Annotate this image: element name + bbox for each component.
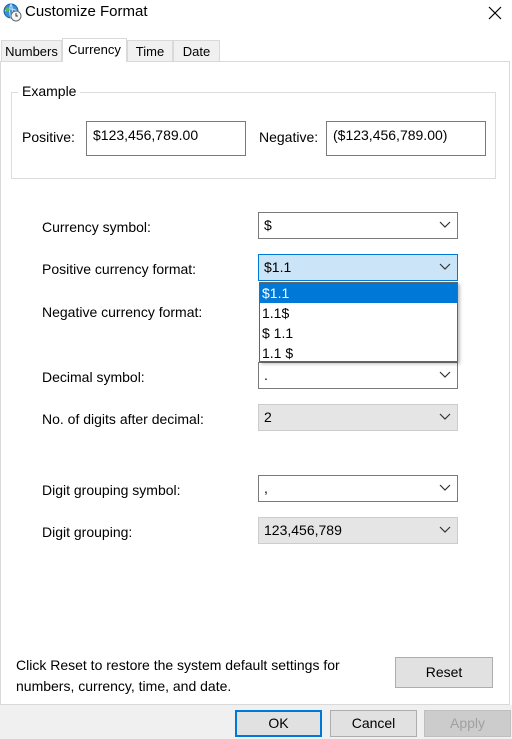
dropdown-option[interactable]: 1.1 $ — [260, 343, 457, 363]
tab-currency[interactable]: Currency — [62, 38, 127, 62]
negative-example-field: ($123,456,789.00) — [326, 121, 486, 156]
negative-label: Negative: — [259, 129, 319, 145]
close-icon — [488, 6, 502, 20]
positive-example-value: $123,456,789.00 — [93, 127, 199, 143]
positive-label: Positive: — [22, 129, 75, 145]
example-legend: Example — [18, 83, 81, 99]
window-title: Customize Format — [25, 3, 148, 20]
chevron-down-icon — [439, 484, 451, 491]
digit-grouping-symbol-label: Digit grouping symbol: — [42, 482, 181, 498]
positive-format-value: $1.1 — [264, 259, 292, 275]
positive-format-label: Positive currency format: — [42, 261, 197, 277]
chevron-down-icon — [439, 221, 451, 228]
dropdown-option[interactable]: $ 1.1 — [260, 323, 457, 343]
digit-grouping-select[interactable]: 123,456,789 — [258, 517, 458, 544]
chevron-down-icon — [439, 413, 451, 420]
digits-after-decimal-value: 2 — [264, 409, 272, 425]
chevron-down-icon — [439, 371, 451, 378]
decimal-symbol-label: Decimal symbol: — [42, 369, 145, 385]
positive-format-dropdown: $1.1 1.1$ $ 1.1 1.1 $ — [259, 282, 458, 362]
digit-grouping-symbol-value: , — [264, 480, 268, 496]
decimal-symbol-value: . — [264, 367, 268, 383]
digits-after-decimal-select[interactable]: 2 — [258, 404, 458, 431]
globe-clock-icon — [2, 2, 22, 22]
positive-example-field: $123,456,789.00 — [86, 121, 246, 156]
chevron-down-icon — [439, 526, 451, 533]
currency-symbol-value: $ — [264, 217, 272, 233]
digit-grouping-value: 123,456,789 — [264, 522, 342, 538]
currency-symbol-label: Currency symbol: — [42, 219, 151, 235]
negative-example-value: ($123,456,789.00) — [333, 127, 448, 143]
currency-symbol-select[interactable]: $ — [258, 212, 458, 239]
chevron-down-icon — [439, 263, 451, 270]
tab-date[interactable]: Date — [173, 40, 220, 61]
reset-note: Click Reset to restore the system defaul… — [16, 657, 340, 694]
apply-button[interactable]: Apply — [424, 710, 511, 737]
reset-button[interactable]: Reset — [395, 657, 493, 688]
close-button[interactable] — [478, 0, 512, 26]
dropdown-option[interactable]: 1.1$ — [260, 303, 457, 323]
dropdown-option[interactable]: $1.1 — [260, 283, 457, 303]
tab-time[interactable]: Time — [127, 40, 173, 61]
positive-format-select[interactable]: $1.1 — [258, 254, 458, 281]
digit-grouping-symbol-select[interactable]: , — [258, 475, 458, 502]
digit-grouping-label: Digit grouping: — [42, 524, 133, 540]
negative-format-label: Negative currency format: — [42, 304, 203, 320]
digits-after-decimal-label: No. of digits after decimal: — [42, 411, 204, 427]
tab-numbers[interactable]: Numbers — [1, 40, 62, 61]
ok-button[interactable]: OK — [235, 710, 322, 737]
decimal-symbol-select[interactable]: . — [258, 362, 458, 389]
cancel-button[interactable]: Cancel — [330, 710, 417, 737]
